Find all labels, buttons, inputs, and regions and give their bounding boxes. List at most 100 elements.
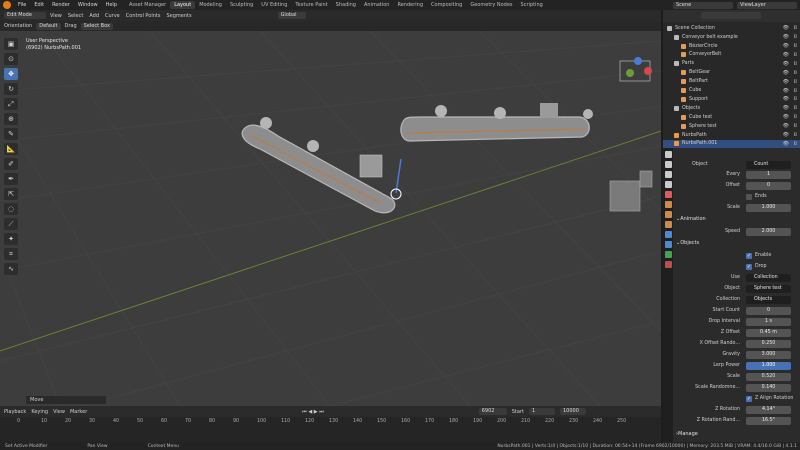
- use-dropdown[interactable]: Collection: [746, 274, 791, 282]
- object-picker[interactable]: Sphere test: [746, 285, 791, 293]
- transform-orientation[interactable]: Global: [277, 12, 306, 19]
- rotate-icon[interactable]: ↻: [4, 83, 18, 95]
- randomize-icon[interactable]: ✦: [4, 233, 18, 245]
- start-frame[interactable]: 1: [528, 408, 555, 415]
- tab-rendering[interactable]: Rendering: [393, 1, 427, 9]
- render-camera-icon[interactable]: ⌷: [794, 43, 797, 49]
- visibility-eye-icon[interactable]: 👁: [783, 70, 789, 76]
- visibility-eye-icon[interactable]: 👁: [783, 79, 789, 85]
- render-camera-icon[interactable]: ⌷: [794, 52, 797, 58]
- render-camera-icon[interactable]: ⌷: [794, 114, 797, 120]
- tool-tab-icon[interactable]: [664, 151, 672, 158]
- blender-logo-icon[interactable]: [3, 1, 11, 9]
- cube-2[interactable]: [540, 103, 558, 118]
- extrude-icon[interactable]: ⇱: [4, 188, 18, 200]
- speed-field[interactable]: 2.000: [746, 228, 791, 236]
- timeline-ruler[interactable]: 0 10 20 30 40 50 60 70 80 90 100 110 120 130 140 150 160…: [0, 418, 661, 428]
- outliner-row[interactable]: ConveyorBelt 👁 ⌷: [663, 51, 800, 60]
- menu-edit[interactable]: Edit: [34, 2, 44, 8]
- start-count-field[interactable]: 0: [746, 307, 791, 315]
- visibility-eye-icon[interactable]: 👁: [783, 105, 789, 111]
- outliner-row[interactable]: Scene Collection 👁 ⌷: [663, 24, 800, 33]
- draw-icon[interactable]: ✐: [4, 158, 18, 170]
- orientation-dropdown[interactable]: Default: [36, 22, 61, 30]
- z-rotation-field[interactable]: 4.14°: [746, 406, 791, 414]
- transform-icon[interactable]: ⊕: [4, 113, 18, 125]
- cube-1[interactable]: [359, 154, 383, 178]
- menu-control-points[interactable]: Control Points: [126, 13, 161, 19]
- drop-checkbox[interactable]: ✓: [746, 263, 752, 270]
- menu-help[interactable]: Help: [106, 2, 117, 8]
- outliner-row[interactable]: Support 👁 ⌷: [663, 95, 800, 104]
- render-camera-icon[interactable]: ⌷: [794, 88, 797, 94]
- outliner-search[interactable]: [701, 12, 761, 19]
- tab-modeling[interactable]: Modeling: [195, 1, 226, 9]
- visibility-eye-icon[interactable]: 👁: [783, 61, 789, 67]
- outliner-row[interactable]: BeltPart 👁 ⌷: [663, 77, 800, 86]
- conveyor-belt-right[interactable]: [400, 116, 590, 142]
- drop-interval-field[interactable]: 1 s: [746, 318, 791, 326]
- z-offset-field[interactable]: 0.45 m: [746, 329, 791, 337]
- enable-checkbox[interactable]: ✓: [746, 252, 752, 259]
- outliner-row[interactable]: NurbsPath.001 👁 ⌷: [663, 139, 800, 149]
- object-tab-icon[interactable]: [664, 221, 672, 228]
- visibility-eye-icon[interactable]: 👁: [783, 43, 789, 49]
- menu-file[interactable]: File: [18, 2, 26, 8]
- menu-view[interactable]: View: [50, 13, 62, 19]
- output-tab-icon[interactable]: [664, 171, 672, 178]
- menu-segments[interactable]: Segments: [166, 13, 191, 19]
- tab-animation[interactable]: Animation: [360, 1, 394, 9]
- view-layer-tab-icon[interactable]: [664, 181, 672, 188]
- modifier-tab-icon[interactable]: [664, 231, 672, 238]
- scale-random-field[interactable]: 0.140: [746, 384, 791, 392]
- sphere-1[interactable]: [260, 117, 272, 129]
- scale-field[interactable]: 1.000: [746, 204, 791, 212]
- sphere-3[interactable]: [435, 105, 447, 117]
- render-camera-icon[interactable]: ⌷: [794, 96, 797, 102]
- tab-texture-paint[interactable]: Texture Paint: [291, 1, 331, 9]
- ends-checkbox[interactable]: [746, 193, 752, 200]
- drag-dropdown[interactable]: Select Box: [80, 22, 113, 30]
- visibility-eye-icon[interactable]: 👁: [783, 52, 789, 58]
- playback-controls[interactable]: ⏮ ◀ ▶ ⏭: [302, 409, 323, 415]
- tab-shading[interactable]: Shading: [332, 1, 360, 9]
- animation-panel-header[interactable]: ⌄ Animation: [676, 214, 798, 224]
- visibility-eye-icon[interactable]: 👁: [783, 141, 789, 147]
- data-tab-icon[interactable]: [664, 251, 672, 258]
- z-rotation-rand-field[interactable]: 16.5°: [746, 417, 791, 425]
- world-tab-icon[interactable]: [664, 201, 672, 208]
- visibility-eye-icon[interactable]: 👁: [783, 132, 789, 138]
- render-camera-icon[interactable]: ⌷: [794, 123, 797, 129]
- objects-panel-header[interactable]: ⌄ Objects: [676, 238, 798, 248]
- scale-icon[interactable]: ⤢: [4, 98, 18, 110]
- tab-uv-editing[interactable]: UV Editing: [257, 1, 291, 9]
- render-camera-icon[interactable]: ⌷: [794, 70, 797, 76]
- menu-select[interactable]: Select: [68, 13, 83, 19]
- manage-panel-header[interactable]: › Manage: [676, 429, 798, 439]
- 3d-viewport[interactable]: [0, 31, 661, 406]
- tab-scripting[interactable]: Scripting: [517, 1, 547, 9]
- visibility-eye-icon[interactable]: 👁: [783, 34, 789, 40]
- tab-geometry-nodes[interactable]: Geometry Nodes: [466, 1, 516, 9]
- current-frame[interactable]: 6902: [478, 408, 507, 415]
- measure-icon[interactable]: 📐: [4, 143, 18, 155]
- scene-tab-icon[interactable]: [664, 191, 672, 198]
- render-camera-icon[interactable]: ⌷: [794, 105, 797, 111]
- gravity-field[interactable]: 3.000: [746, 351, 791, 359]
- tab-compositing[interactable]: Compositing: [427, 1, 466, 9]
- pen-icon[interactable]: ✒: [4, 173, 18, 185]
- radius-icon[interactable]: ◌: [4, 203, 18, 215]
- outliner-row[interactable]: NurbsPath 👁 ⌷: [663, 131, 800, 140]
- scene-selector[interactable]: Scene: [673, 1, 733, 9]
- every-field[interactable]: 1: [746, 171, 791, 179]
- collection-tab-icon[interactable]: [664, 211, 672, 218]
- tab-asset-manager[interactable]: Asset Manager: [125, 1, 170, 9]
- render-camera-icon[interactable]: ⌷: [794, 141, 797, 147]
- last-operator-panel[interactable]: Move: [26, 396, 106, 404]
- shear-icon[interactable]: ⌗: [4, 248, 18, 260]
- menu-window[interactable]: Window: [78, 2, 98, 8]
- menu-curve[interactable]: Curve: [105, 13, 120, 19]
- sphere-4[interactable]: [494, 107, 506, 119]
- gizmo-arrow[interactable]: [395, 158, 402, 194]
- navigation-gizmo[interactable]: [626, 57, 652, 77]
